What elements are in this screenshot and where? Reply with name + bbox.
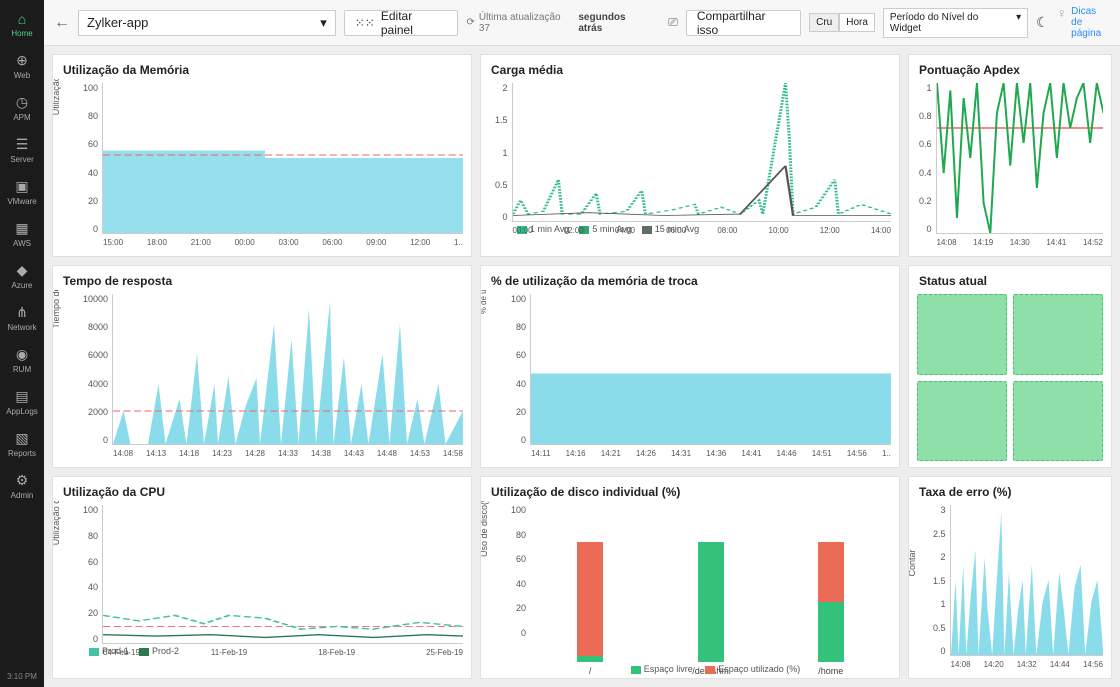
chart-area[interactable]: 14:1114:1614:2114:2614:3114:3614:4114:46… [530, 294, 891, 445]
status-grid [917, 294, 1103, 461]
home-icon: ⌂ [0, 11, 44, 27]
page-tips-link[interactable]: ♀ Dicas depágina [1057, 6, 1110, 39]
clock: 3:10 PM [7, 666, 37, 687]
raw-hour-toggle[interactable]: Cru Hora [809, 13, 875, 32]
segment-raw[interactable]: Cru [809, 13, 839, 32]
vmware-icon: ▣ [0, 178, 44, 195]
card-cpu-utilization: Utilização da CPU Utilização da CPU (%) … [52, 476, 472, 679]
admin-icon: ⚙ [0, 472, 44, 489]
sidenav-item-azure[interactable]: ◆Azure [0, 255, 44, 297]
disk-bar[interactable]: /home [818, 542, 844, 676]
edit-panel-button[interactable]: ⁙⁙ Editar painel [344, 10, 459, 36]
card-swap-utilization: % de utilização da memória de troca % de… [480, 265, 900, 468]
card-current-status: Status atual [908, 265, 1112, 468]
disk-bar[interactable]: / [577, 542, 603, 676]
card-load-average: Carga média 21.510.50 00:0002:0004:0006:… [480, 54, 900, 257]
last-updated: ⟳ Última atualização 37 segundos atrás [466, 12, 652, 34]
chart-area[interactable]: 14:0814:1314:1814:2314:2814:3314:3814:43… [112, 294, 463, 445]
apm-icon: ◷ [0, 94, 44, 111]
sidenav-item-web[interactable]: ⊕Web [0, 45, 44, 87]
presentation-icon[interactable]: ⎚ [668, 15, 678, 30]
sidenav-item-aws[interactable]: ▦AWS [0, 213, 44, 255]
sidenav-item-home[interactable]: ⌂Home [0, 4, 44, 45]
x-axis: 15:0018:0021:0000:0003:0006:0009:0012:00… [103, 238, 463, 247]
chevron-down-icon: ▾ [320, 15, 327, 31]
sidenav-item-server[interactable]: ☰Server [0, 129, 44, 171]
sidenav-item-reports[interactable]: ▧Reports [0, 423, 44, 465]
period-selector[interactable]: Período do Nível do Widget▾ [883, 8, 1028, 38]
card-error-rate: Taxa de erro (%) Contar 32.521.510.50 14… [908, 476, 1112, 679]
status-tile[interactable] [1013, 294, 1103, 375]
chart-area[interactable]: 04-Feb-1911-Feb-1918-Feb-1925-Feb-19 [102, 505, 463, 644]
sidenav-item-apm[interactable]: ◷APM [0, 87, 44, 129]
dark-mode-icon[interactable]: ☾ [1036, 14, 1049, 31]
sidenav-item-applogs[interactable]: ▤AppLogs [0, 381, 44, 423]
sidenav-item-vmware[interactable]: ▣VMware [0, 171, 44, 213]
chart-area[interactable]: 14:0814:2014:3214:4414:56 [950, 505, 1103, 656]
back-icon[interactable]: ← [54, 14, 70, 32]
sidenav-item-network[interactable]: ⋔Network [0, 297, 44, 339]
server-icon: ☰ [0, 136, 44, 153]
reports-icon: ▧ [0, 430, 44, 447]
status-tile[interactable] [917, 294, 1007, 375]
bulb-icon: ♀ [1057, 6, 1068, 21]
grid-icon: ⁙⁙ [355, 16, 375, 30]
status-tile[interactable] [1013, 381, 1103, 462]
chevron-down-icon: ▾ [1016, 12, 1021, 34]
rum-icon: ◉ [0, 346, 44, 363]
applogs-icon: ▤ [0, 388, 44, 405]
card-response-time: Tempo de resposta Tiempo de respuesta (%… [52, 265, 472, 468]
status-tile[interactable] [917, 381, 1007, 462]
y-axis: 100806040200 [83, 83, 102, 234]
app-selector[interactable]: Zylker-app ▾ [78, 10, 336, 36]
app-selector-value: Zylker-app [87, 15, 148, 30]
share-button[interactable]: Compartilhar isso [686, 10, 801, 36]
chart-area[interactable]: 00:0002:0004:0006:0008:0010:0012:0014:00 [512, 83, 891, 222]
web-icon: ⊕ [0, 52, 44, 69]
network-icon: ⋔ [0, 304, 44, 321]
azure-icon: ◆ [0, 262, 44, 279]
chart-area[interactable]: / /dev/shm/home [530, 505, 891, 678]
card-apdex: Pontuação Apdex 10.80.60.40.20 14:0814:1… [908, 54, 1112, 257]
segment-hour[interactable]: Hora [839, 13, 875, 32]
sidenav-item-rum[interactable]: ◉RUM [0, 339, 44, 381]
chart-area[interactable]: 15:0018:0021:0000:0003:0006:0009:0012:00… [102, 83, 463, 234]
card-memory-utilization: Utilização da Memória Utilização de memó… [52, 54, 472, 257]
card-disk-utilization: Utilização de disco individual (%) Uso d… [480, 476, 900, 679]
sidenav-item-admin[interactable]: ⚙Admin [0, 465, 44, 507]
side-nav: ⌂Home⊕Web◷APM☰Server▣VMware▦AWS◆Azure⋔Ne… [0, 0, 44, 687]
refresh-icon[interactable]: ⟳ [466, 17, 474, 28]
disk-bar[interactable]: /dev/shm [698, 542, 724, 676]
top-bar: ← Zylker-app ▾ ⁙⁙ Editar painel ⟳ Última… [44, 0, 1120, 46]
chart-area[interactable]: 14:0814:1914:3014:4114:52 [936, 83, 1103, 234]
legend: Espaço livre Espaço utilizado (%) [530, 664, 891, 674]
aws-icon: ▦ [0, 220, 44, 237]
